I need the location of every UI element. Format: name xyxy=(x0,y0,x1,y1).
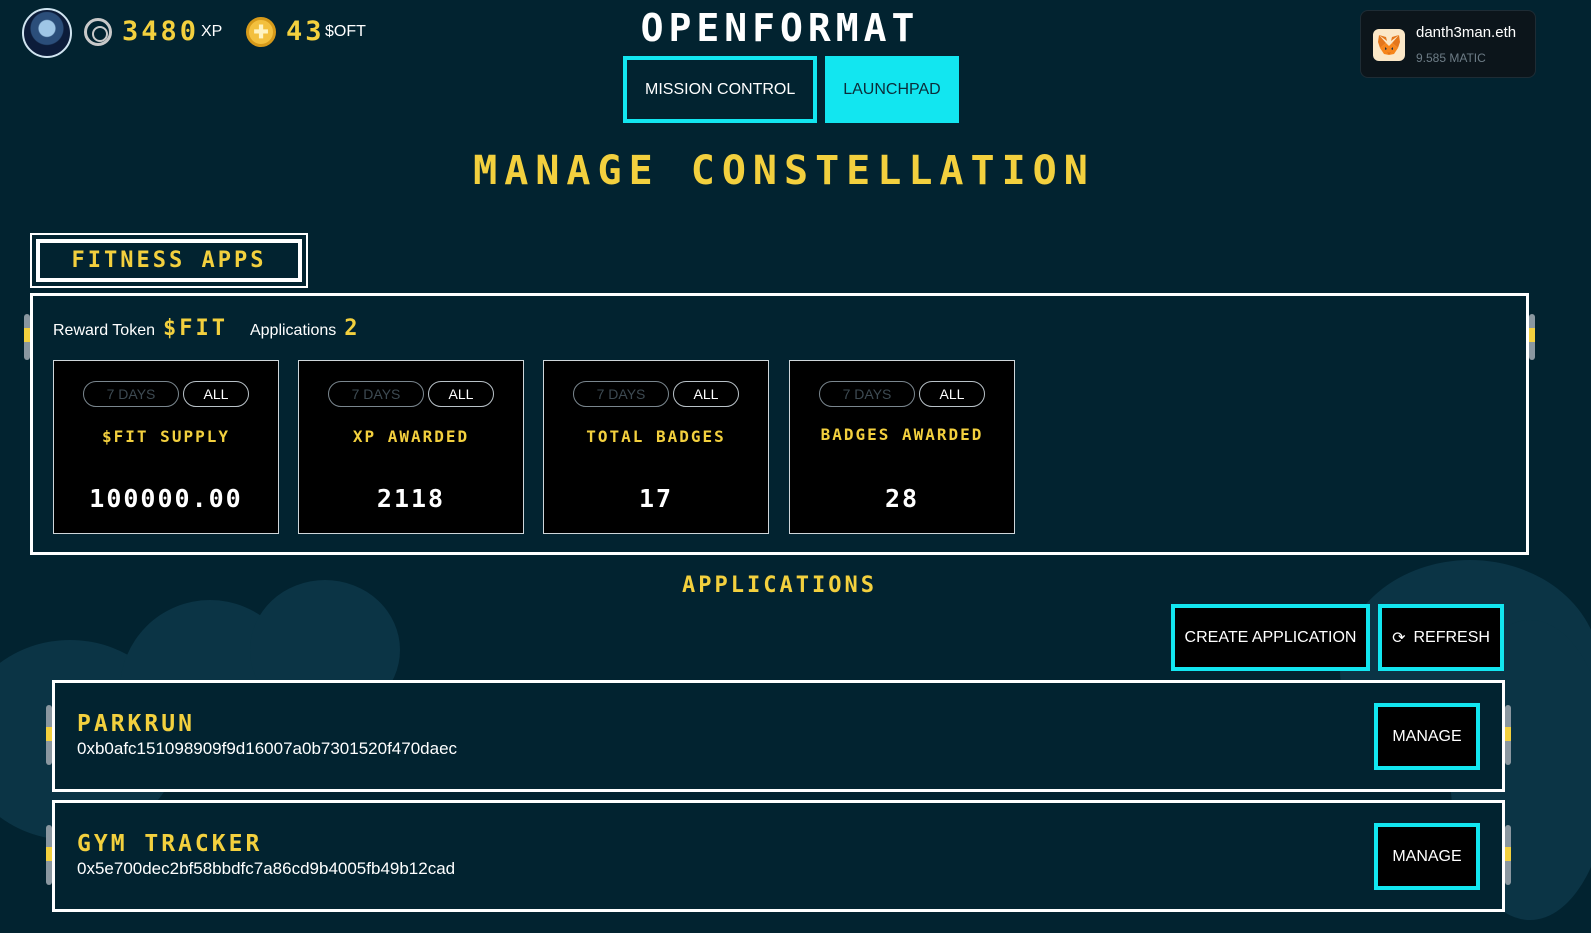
wallet-balance: 9.585 MATIC xyxy=(1416,51,1486,65)
xp-value: 3480 xyxy=(122,16,200,47)
filter-7-days[interactable]: 7 DAYS xyxy=(328,381,424,407)
manage-label: MANAGE xyxy=(1392,727,1462,745)
avatar[interactable] xyxy=(22,8,72,58)
token-balance: 43 xyxy=(286,16,325,47)
application-name: PARKRUN xyxy=(77,711,195,737)
constellation-stats-panel: Reward Token $FIT Applications 2 7 DAYS … xyxy=(24,293,1535,555)
stat-label: BADGES AWARDED xyxy=(820,425,984,444)
filter-all[interactable]: ALL xyxy=(428,381,494,407)
brand-logo[interactable]: OPENFORMAT xyxy=(560,6,1000,50)
xp-badge-icon xyxy=(84,18,112,46)
application-address: 0x5e700dec2bf58bbdfc7a86cd9b4005fb49b12c… xyxy=(77,859,456,878)
manage-button[interactable]: MANAGE xyxy=(1374,823,1480,890)
reward-token-label: Reward Token xyxy=(53,322,155,339)
refresh-icon: ⟳ xyxy=(1392,629,1406,647)
applications-heading: APPLICATIONS xyxy=(682,573,877,598)
row-rivet-right xyxy=(1505,825,1511,885)
filter-all[interactable]: ALL xyxy=(183,381,249,407)
tab-mission-control[interactable]: MISSION CONTROL xyxy=(623,56,818,123)
metamask-fox-icon xyxy=(1373,29,1405,61)
top-bar: 3480 XP ✚ 43 $OFT OPENFORMAT MISSION CON… xyxy=(0,0,1591,130)
application-row: PARKRUN 0xb0afc151098909f9d16007a0b73015… xyxy=(46,680,1511,792)
stat-card-total-badges: 7 DAYS ALL TOTAL BADGES 17 xyxy=(543,360,769,534)
main-nav: MISSION CONTROL LAUNCHPAD xyxy=(623,56,959,123)
applications-count-label: Applications xyxy=(249,322,337,339)
coin-icon: ✚ xyxy=(246,17,276,47)
stat-value: 28 xyxy=(884,484,920,513)
filter-7-days[interactable]: 7 DAYS xyxy=(573,381,669,407)
filter-all[interactable]: ALL xyxy=(919,381,985,407)
manage-button[interactable]: MANAGE xyxy=(1374,703,1480,770)
stat-value: 100000.00 xyxy=(89,484,243,513)
panel-rivet-right xyxy=(1529,314,1535,360)
stat-value: 2118 xyxy=(376,484,446,513)
refresh-button[interactable]: ⟳ REFRESH xyxy=(1378,604,1504,671)
wallet-name: danth3man.eth xyxy=(1416,24,1517,41)
constellation-meta: Reward Token $FIT Applications 2 xyxy=(53,316,383,341)
tab-launchpad[interactable]: LAUNCHPAD xyxy=(825,56,959,123)
constellation-name: FITNESS APPS xyxy=(36,239,302,282)
filter-7-days[interactable]: 7 DAYS xyxy=(83,381,179,407)
manage-label: MANAGE xyxy=(1392,847,1462,865)
stat-card-badges-awarded: 7 DAYS ALL BADGES AWARDED 28 xyxy=(789,360,1015,534)
xp-unit: XP xyxy=(201,23,223,40)
row-rivet-left xyxy=(46,825,52,885)
row-rivet-right xyxy=(1505,705,1511,765)
page-title: MANAGE CONSTELLATION xyxy=(473,148,1095,194)
filter-all[interactable]: ALL xyxy=(673,381,739,407)
stat-card-supply: 7 DAYS ALL $FIT SUPPLY 100000.00 xyxy=(53,360,279,534)
reward-token-value: $FIT xyxy=(162,316,228,341)
refresh-label: REFRESH xyxy=(1413,628,1490,646)
filter-7-days[interactable]: 7 DAYS xyxy=(819,381,915,407)
create-application-label: CREATE APPLICATION xyxy=(1184,628,1357,646)
application-address: 0xb0afc151098909f9d16007a0b7301520f470da… xyxy=(77,739,458,758)
applications-count-value: 2 xyxy=(344,316,361,341)
stat-value: 17 xyxy=(638,484,674,513)
stat-label: XP AWARDED xyxy=(352,427,470,446)
stat-label: TOTAL BADGES xyxy=(586,427,726,446)
panel-rivet-left xyxy=(24,314,30,360)
stat-card-xp: 7 DAYS ALL XP AWARDED 2118 xyxy=(298,360,524,534)
application-name: GYM TRACKER xyxy=(77,831,263,857)
stat-label: $FIT SUPPLY xyxy=(102,427,230,446)
application-row: GYM TRACKER 0x5e700dec2bf58bbdfc7a86cd9b… xyxy=(46,800,1511,912)
create-application-button[interactable]: CREATE APPLICATION xyxy=(1171,604,1370,671)
wallet-button[interactable]: danth3man.eth 9.585 MATIC xyxy=(1360,10,1536,78)
token-unit: $OFT xyxy=(325,23,366,40)
constellation-name-tag: FITNESS APPS xyxy=(30,233,308,288)
row-rivet-left xyxy=(46,705,52,765)
